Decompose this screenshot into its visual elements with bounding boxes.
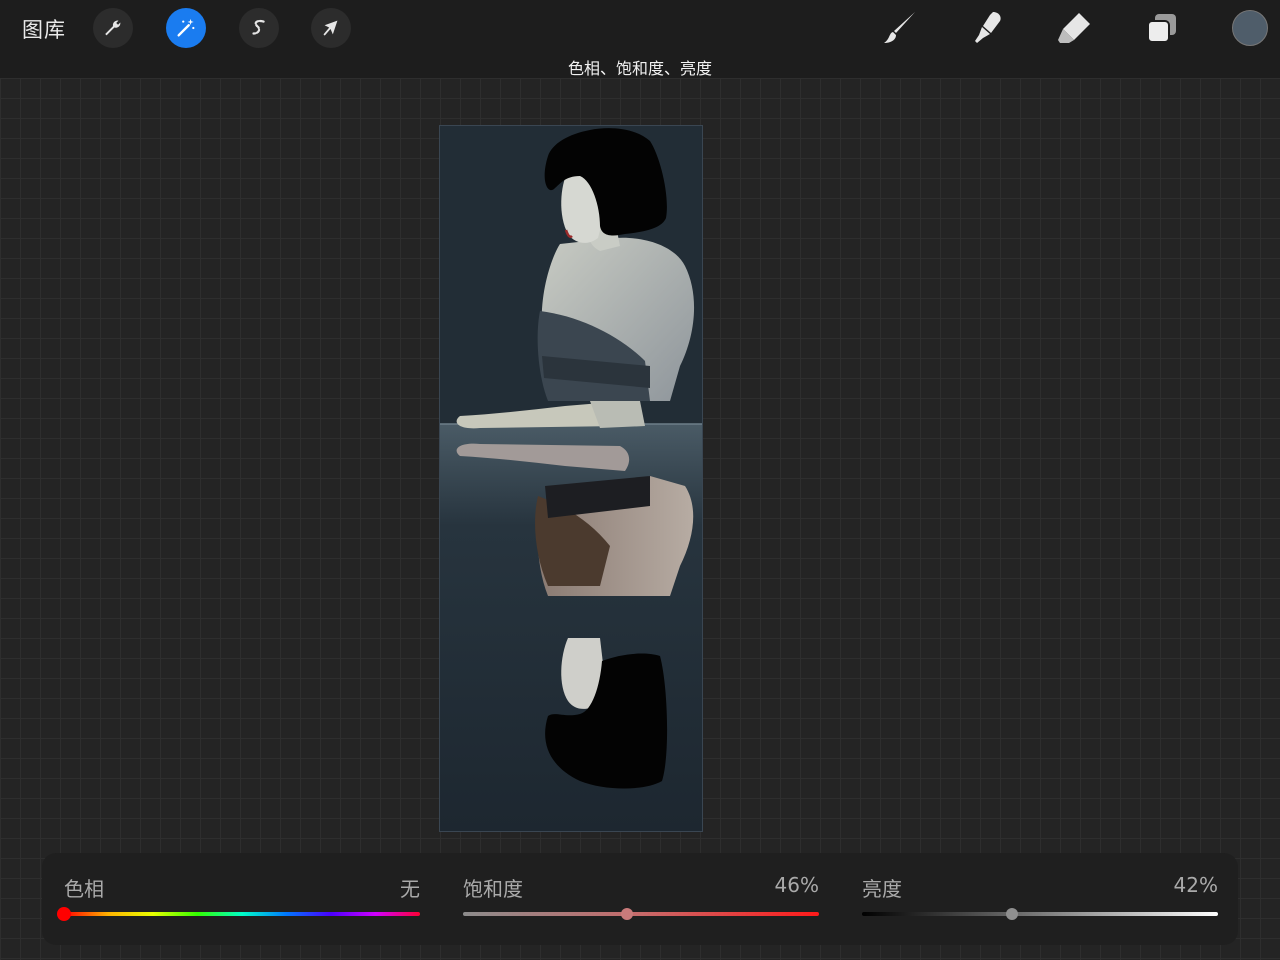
brightness-value: 42% [1173, 873, 1218, 897]
hsb-adjustment-panel: 色相 无 饱和度 46% 亮度 42% [42, 853, 1238, 945]
wrench-icon [105, 20, 121, 36]
smudge-icon [975, 12, 1001, 43]
selection-s-icon [252, 19, 265, 35]
saturation-slider-knob[interactable] [620, 908, 633, 920]
brightness-slider-track[interactable] [862, 912, 1218, 916]
magic-wand-icon [177, 18, 195, 37]
selection-button[interactable] [239, 8, 279, 48]
arrow-cursor-icon [323, 20, 338, 36]
artwork-canvas[interactable] [439, 125, 703, 832]
adjustment-mode-title: 色相、饱和度、亮度 [567, 59, 712, 78]
saturation-label: 饱和度 [463, 877, 523, 901]
transform-button[interactable] [311, 8, 351, 48]
layers-icon [1147, 14, 1176, 43]
actions-button[interactable] [93, 8, 133, 48]
brightness-slider-group: 亮度 42% [862, 853, 1218, 945]
artwork-illustration [440, 126, 702, 831]
hue-slider-track[interactable] [64, 912, 420, 916]
brush-button[interactable] [878, 8, 922, 48]
adjustments-button[interactable] [166, 8, 206, 48]
color-picker-swatch[interactable] [1232, 10, 1268, 46]
saturation-slider-track[interactable] [463, 912, 819, 916]
eraser-icon [1058, 13, 1090, 43]
saturation-slider-group: 饱和度 46% [463, 853, 819, 945]
saturation-value: 46% [774, 873, 819, 897]
brush-icon [884, 12, 915, 43]
hue-label: 色相 [64, 877, 104, 901]
smudge-button[interactable] [966, 8, 1010, 48]
eraser-button[interactable] [1052, 8, 1096, 48]
gallery-button[interactable]: 图库 [22, 14, 66, 44]
hue-value: 无 [400, 877, 420, 901]
layers-button[interactable] [1140, 8, 1184, 48]
brightness-slider-knob[interactable] [1005, 908, 1018, 920]
hue-slider-group: 色相 无 [57, 853, 420, 945]
brightness-label: 亮度 [862, 877, 902, 901]
hue-slider-knob[interactable] [57, 907, 71, 921]
top-toolbar: 图库 色相、饱和度、亮度 [0, 0, 1280, 78]
